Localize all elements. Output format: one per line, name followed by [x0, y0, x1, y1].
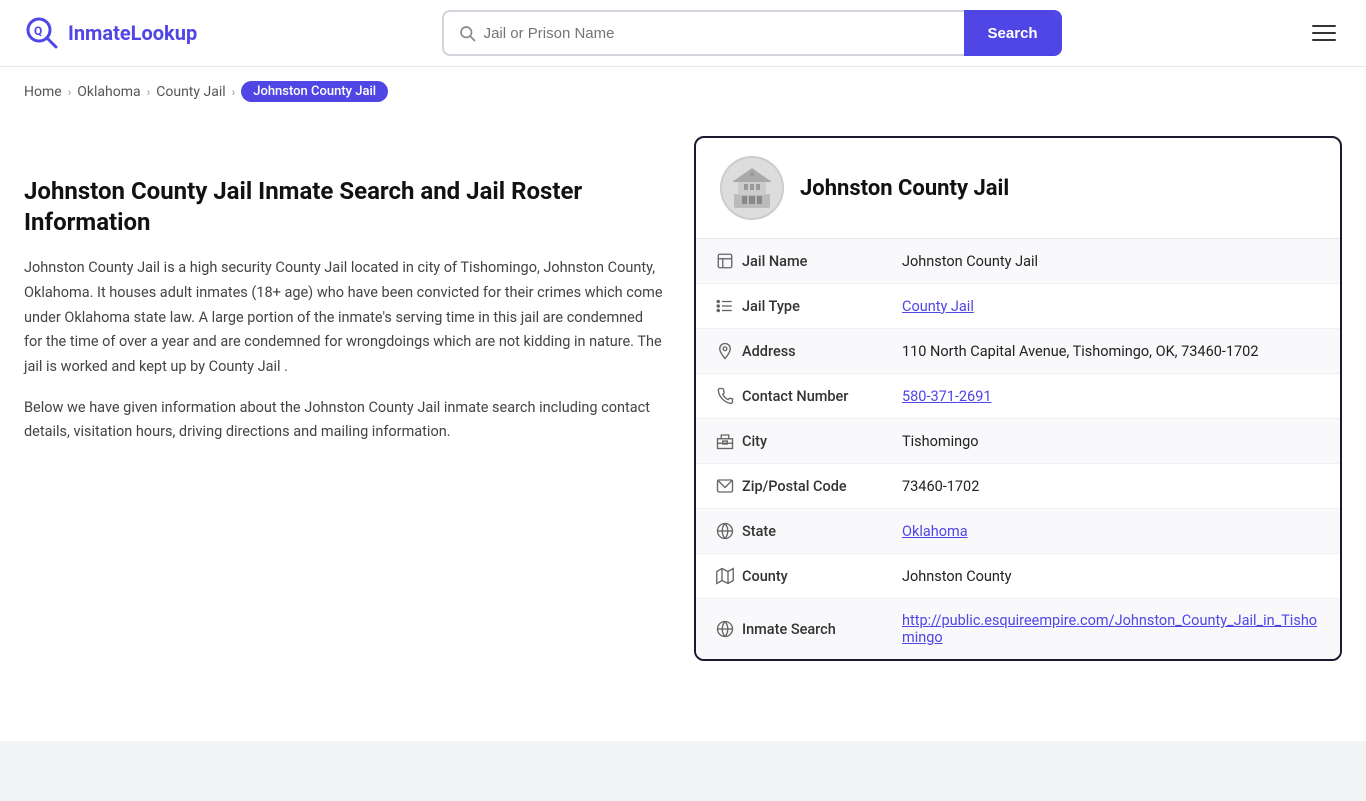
state-label: State	[742, 523, 902, 540]
page-desc-2: Below we have given information about th…	[24, 396, 664, 445]
jail-name-value: Johnston County Jail	[902, 253, 1320, 270]
table-row: Inmate Search http://public.esquireempir…	[696, 599, 1340, 659]
contact-link[interactable]: 580-371-2691	[902, 388, 992, 405]
breadcrumb-sep-3: ›	[232, 85, 236, 99]
site-header: Q InmateLookup Search	[0, 0, 1366, 67]
table-row: Jail Type County Jail	[696, 284, 1340, 329]
search-button[interactable]: Search	[964, 10, 1062, 56]
hamburger-menu[interactable]	[1306, 19, 1342, 47]
breadcrumb-sep-1: ›	[68, 85, 72, 99]
breadcrumb-active: Johnston County Jail	[241, 81, 388, 102]
table-row: Address 110 North Capital Avenue, Tishom…	[696, 329, 1340, 374]
city-value: Tishomingo	[902, 433, 1320, 450]
search-input[interactable]	[484, 25, 950, 42]
table-row: County Johnston County	[696, 554, 1340, 599]
jail-type-link[interactable]: County Jail	[902, 298, 974, 315]
pin-icon	[716, 342, 742, 360]
table-row: Contact Number 580-371-2691	[696, 374, 1340, 419]
page-desc-1: Johnston County Jail is a high security …	[24, 256, 664, 379]
jail-avatar	[720, 156, 784, 220]
phone-icon	[716, 387, 742, 405]
breadcrumb-county-jail[interactable]: County Jail	[156, 84, 225, 100]
hamburger-line-2	[1312, 32, 1336, 34]
footer	[0, 741, 1366, 801]
search-bar: Search	[442, 10, 1062, 56]
hamburger-line-3	[1312, 39, 1336, 41]
globe-icon	[716, 522, 742, 540]
breadcrumb-oklahoma[interactable]: Oklahoma	[77, 84, 140, 100]
list-icon	[716, 297, 742, 315]
breadcrumb-home[interactable]: Home	[24, 84, 62, 100]
jail-card: Johnston County Jail Jail Name Johnston …	[694, 136, 1342, 661]
city-label: City	[742, 433, 902, 450]
breadcrumb: Home › Oklahoma › County Jail › Johnston…	[0, 67, 1366, 116]
search-input-wrap	[442, 10, 964, 56]
address-label: Address	[742, 343, 902, 360]
breadcrumb-sep-2: ›	[147, 85, 151, 99]
table-row: Jail Name Johnston County Jail	[696, 239, 1340, 284]
jail-card-header: Johnston County Jail	[696, 138, 1340, 239]
jail-type-value: County Jail	[902, 298, 1320, 315]
inmate-search-label: Inmate Search	[742, 621, 902, 638]
county-value: Johnston County	[902, 568, 1320, 585]
logo-icon: Q	[24, 15, 60, 51]
contact-value: 580-371-2691	[902, 388, 1320, 405]
jail-building-icon	[728, 164, 776, 212]
county-label: County	[742, 568, 902, 585]
left-column: Johnston County Jail Inmate Search and J…	[24, 136, 664, 661]
city-icon	[716, 432, 742, 450]
inmate-search-value: http://public.esquireempire.com/Johnston…	[902, 612, 1320, 646]
table-row: City Tishomingo	[696, 419, 1340, 464]
hamburger-line-1	[1312, 25, 1336, 27]
map-icon	[716, 567, 742, 585]
right-column: Johnston County Jail Jail Name Johnston …	[694, 136, 1342, 661]
info-table: Jail Name Johnston County Jail Jail Type…	[696, 239, 1340, 659]
logo-link[interactable]: Q InmateLookup	[24, 15, 197, 51]
state-value: Oklahoma	[902, 523, 1320, 540]
zip-label: Zip/Postal Code	[742, 478, 902, 495]
address-value: 110 North Capital Avenue, Tishomingo, OK…	[902, 343, 1320, 360]
table-row: State Oklahoma	[696, 509, 1340, 554]
contact-label: Contact Number	[742, 388, 902, 405]
mail-icon	[716, 477, 742, 495]
jail-type-label: Jail Type	[742, 298, 902, 315]
inmate-search-link[interactable]: http://public.esquireempire.com/Johnston…	[902, 612, 1317, 646]
logo-text: InmateLookup	[68, 21, 197, 45]
state-link[interactable]: Oklahoma	[902, 523, 968, 540]
table-row: Zip/Postal Code 73460-1702	[696, 464, 1340, 509]
jail-card-title: Johnston County Jail	[800, 176, 1009, 201]
svg-text:Q: Q	[34, 24, 42, 38]
search-icon	[458, 24, 476, 42]
globe2-icon	[716, 620, 742, 638]
main-content: Johnston County Jail Inmate Search and J…	[0, 116, 1366, 701]
jail-name-label: Jail Name	[742, 253, 902, 270]
jail-icon	[716, 252, 742, 270]
zip-value: 73460-1702	[902, 478, 1320, 495]
page-title: Johnston County Jail Inmate Search and J…	[24, 176, 664, 238]
